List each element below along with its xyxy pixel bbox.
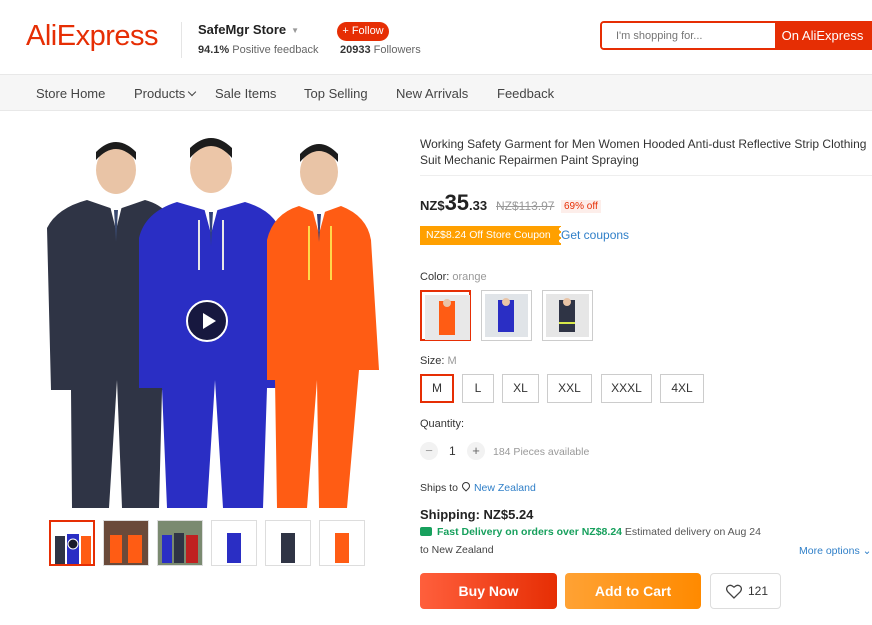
header-divider — [181, 22, 182, 58]
followers-count: 20933 Followers — [340, 44, 421, 56]
feedback-percent: 94.1% — [198, 44, 230, 56]
size-option-xxl[interactable]: XXL — [547, 374, 592, 403]
nav-top-selling[interactable]: Top Selling — [304, 86, 368, 101]
nav-new-arrivals[interactable]: New Arrivals — [396, 86, 468, 101]
store-name-text[interactable]: SafeMgr Store — [198, 22, 286, 37]
product-title: Working Safety Garment for Men Women Hoo… — [420, 137, 867, 167]
thumbnail-5[interactable] — [265, 520, 311, 566]
divider — [420, 175, 872, 176]
nav-products[interactable]: Products — [134, 86, 197, 101]
shipping-cost: Shipping: NZ$5.24 — [420, 507, 534, 522]
add-to-cart-button[interactable]: Add to Cart — [565, 573, 701, 609]
store-nav: Store Home Products Sale Items Top Selli… — [0, 74, 872, 111]
delivery-destination: to New Zealand — [420, 544, 494, 556]
thumbnail-image — [158, 521, 202, 565]
size-option-m[interactable]: M — [420, 374, 454, 403]
chevron-down-icon[interactable]: ▼ — [291, 26, 299, 35]
follow-button[interactable]: + Follow — [337, 22, 389, 41]
color-swatch-image — [425, 295, 470, 340]
color-option-orange[interactable] — [420, 290, 471, 341]
thumbnail-1[interactable] — [49, 520, 95, 566]
thumbnail-3[interactable] — [157, 520, 203, 566]
fast-delivery: Fast Delivery on orders over NZ$8.24 Est… — [420, 526, 761, 538]
color-label: Color: orange — [420, 271, 487, 283]
quantity-value[interactable]: 1 — [449, 444, 456, 458]
wishlist-count: 121 — [748, 584, 769, 598]
more-options-link[interactable]: More options ⌄ — [799, 545, 871, 557]
ships-to-label: Ships to — [420, 482, 458, 494]
play-video-button[interactable] — [186, 300, 228, 342]
thumbnail-2[interactable] — [103, 520, 149, 566]
price-integer: 35 — [444, 190, 470, 215]
followers-number: 20933 — [340, 44, 371, 56]
size-option-xl[interactable]: XL — [502, 374, 539, 403]
size-value: M — [447, 355, 457, 367]
price-decimal: .33 — [469, 198, 488, 213]
orange-coverall-figure — [267, 144, 379, 508]
store-coupon-badge[interactable]: NZ$8.24 Off Store Coupon — [420, 226, 561, 245]
color-option-navy[interactable] — [542, 290, 593, 341]
followers-label: Followers — [373, 44, 421, 56]
color-label-text: Color: — [420, 271, 450, 283]
truck-icon — [420, 527, 432, 536]
chevron-down-icon[interactable]: ⌄ — [863, 545, 872, 557]
heart-icon — [726, 584, 742, 599]
size-option-xxxl[interactable]: XXXL — [601, 374, 652, 403]
thumbnail-image — [104, 521, 148, 565]
nav-store-home[interactable]: Store Home — [36, 86, 105, 101]
thumbnail-6[interactable] — [319, 520, 365, 566]
nav-products-label[interactable]: Products — [134, 86, 185, 101]
chevron-down-icon[interactable] — [188, 87, 197, 97]
color-swatch-image — [546, 294, 589, 337]
location-pin-icon — [460, 480, 472, 492]
store-name[interactable]: SafeMgr Store ▼ — [198, 22, 299, 37]
thumbnail-4[interactable] — [211, 520, 257, 566]
more-options-label[interactable]: More options — [799, 545, 860, 557]
discount-badge: 69% off — [561, 200, 601, 213]
color-swatch-image — [485, 294, 528, 337]
aliexpress-logo[interactable]: AliExpress — [26, 20, 159, 53]
get-coupons-link[interactable]: Get coupons — [561, 228, 629, 242]
buy-now-button[interactable]: Buy Now — [420, 573, 557, 609]
ships-to: Ships to New Zealand — [420, 480, 536, 494]
quantity-increase-button[interactable]: + — [467, 442, 485, 460]
size-label: Size: M — [420, 355, 457, 367]
thumbnail-image — [212, 521, 256, 565]
search-input[interactable] — [602, 23, 775, 48]
feedback-label: Positive feedback — [232, 44, 319, 56]
pieces-available: 184 Pieces available — [493, 446, 590, 458]
quantity-label: Quantity: — [420, 418, 465, 430]
wishlist-button[interactable]: 121 — [710, 573, 781, 609]
size-label-text: Size: — [420, 355, 445, 367]
size-option-l[interactable]: L — [462, 374, 494, 403]
thumbnail-image — [51, 522, 93, 564]
estimated-delivery: Estimated delivery on Aug 24 — [624, 526, 761, 538]
search-box: On AliExpress — [600, 21, 872, 50]
price-currency: NZ$ — [420, 198, 445, 213]
product-price: NZ$35.33 — [420, 190, 487, 216]
ships-to-location[interactable]: New Zealand — [474, 482, 536, 494]
search-button[interactable]: On AliExpress — [775, 23, 870, 48]
store-header: AliExpress SafeMgr Store ▼ 94.1% Positive… — [0, 0, 872, 74]
original-price: NZ$113.97 — [496, 199, 555, 213]
nav-sale-items[interactable]: Sale Items — [215, 86, 276, 101]
nav-feedback[interactable]: Feedback — [497, 86, 554, 101]
size-option-4xl[interactable]: 4XL — [660, 374, 704, 403]
main-product-image[interactable] — [27, 130, 395, 508]
color-value: orange — [452, 271, 487, 283]
fast-delivery-text: Fast Delivery on orders over NZ$8.24 — [437, 526, 622, 538]
thumbnail-image — [266, 521, 310, 565]
color-option-blue[interactable] — [481, 290, 532, 341]
quantity-decrease-button[interactable]: − — [420, 442, 438, 460]
thumbnail-image — [320, 521, 364, 565]
store-feedback: 94.1% Positive feedback — [198, 44, 318, 56]
